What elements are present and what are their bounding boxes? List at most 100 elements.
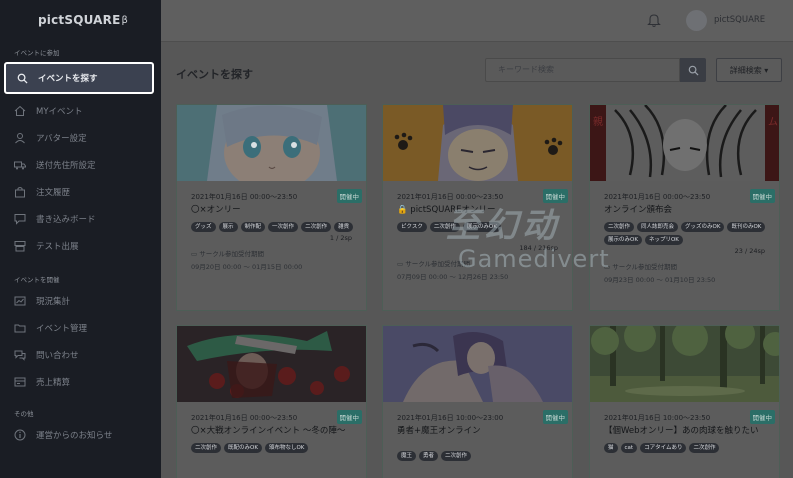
booth-icon <box>14 240 26 252</box>
period-label: ▭ サークル参加受付期間 <box>397 258 562 268</box>
tag[interactable]: ピクスク <box>397 222 427 232</box>
tag-list: ピクスク 二次創作 展示のみOK <box>397 222 562 232</box>
sidebar-item-label: イベント管理 <box>36 323 88 334</box>
tag[interactable]: コアタイムあり <box>640 443 687 453</box>
lock-icon: 🔒 <box>397 205 408 215</box>
calendar-icon: ▭ <box>604 263 611 271</box>
event-image <box>590 326 779 402</box>
sidebar-item-shipping-address[interactable]: 送付先住所設定 <box>0 151 161 178</box>
sidebar-item-test-exhibit[interactable]: テスト出展 <box>0 232 161 259</box>
event-card[interactable]: 親 ム 2021年01月16日 00:00〜23:50 開催中 オンライン頒布会… <box>589 104 780 311</box>
sidebar-item-find-events[interactable]: イベントを探す <box>4 62 154 94</box>
space-count: 184 / 216sp <box>519 244 558 252</box>
sidebar: pictSQUARE β イベントに参加 イベントを探す MYイベント アバター… <box>0 0 161 478</box>
user-name[interactable]: pictSQUARE <box>714 15 765 25</box>
event-card[interactable]: 2021年01月16日 10:00〜23:50 開催中 【個Webオンリー】あの… <box>589 325 780 478</box>
event-title: 【個Webオンリー】あの肉球を触りたい <box>604 426 759 436</box>
search-input[interactable]: キーワード検索 <box>485 58 680 82</box>
period-label: ▭ サークル参加受付期間 <box>604 261 769 271</box>
sidebar-item-label: 書き込みボード <box>36 214 96 225</box>
tag[interactable]: グッズのみOK <box>681 222 725 232</box>
section-label-host: イベントを開催 <box>14 276 60 284</box>
page-title: イベントを探す <box>176 68 253 81</box>
sidebar-item-label: 問い合わせ <box>36 350 79 361</box>
event-image <box>177 105 366 181</box>
tag[interactable]: グッズ <box>191 222 216 232</box>
tag[interactable]: 雑貨 <box>334 222 354 232</box>
sidebar-item-event-management[interactable]: イベント管理 <box>0 314 161 341</box>
tag[interactable]: 頒布物なしOK <box>264 443 309 453</box>
event-title: 🔒 pictSQUAREオンリー <box>397 204 562 216</box>
sidebar-item-label: 送付先住所設定 <box>36 160 96 171</box>
tag[interactable]: 魔王 <box>397 451 417 461</box>
sidebar-item-stats[interactable]: 現況集計 <box>0 287 161 314</box>
period: 09月20日 00:00 〜 01月15日 00:00 <box>191 263 303 271</box>
advanced-search-button[interactable]: 詳細検索 ▾ <box>716 58 782 82</box>
event-title: 〇×オンリー <box>191 205 241 215</box>
tag[interactable]: 既刊のみOK <box>727 222 766 232</box>
tag[interactable]: 展示のみOK <box>604 235 642 245</box>
event-date: 2021年01月16日 00:00〜23:50 <box>604 193 711 201</box>
event-title: 勇者+魔王オンライン <box>397 426 481 436</box>
tag[interactable]: 既配のみOK <box>224 443 262 453</box>
app-logo[interactable]: pictSQUARE β <box>0 0 161 40</box>
sidebar-item-label: アバター設定 <box>36 133 87 144</box>
home-icon <box>14 105 26 117</box>
tag[interactable]: 二次創作 <box>604 222 635 232</box>
search-button[interactable] <box>680 58 706 82</box>
tag[interactable]: 一次創作 <box>268 222 299 232</box>
sidebar-item-message-board[interactable]: 書き込みボード <box>0 205 161 232</box>
event-card[interactable]: 2021年01月16日 10:00〜23:00 開催中 勇者+魔王オンライン 魔… <box>382 325 573 478</box>
tag[interactable]: 二次創作 <box>429 222 460 232</box>
tag[interactable]: 二次創作 <box>191 443 222 453</box>
event-image <box>177 326 366 402</box>
event-image <box>383 326 572 402</box>
sidebar-item-my-events[interactable]: MYイベント <box>0 97 161 124</box>
tag[interactable]: 二次創作 <box>301 222 332 232</box>
period-label-text: サークル参加受付期間 <box>199 250 265 258</box>
tag[interactable]: 猫 <box>604 443 618 453</box>
section-label-join: イベントに参加 <box>14 49 60 57</box>
tag-list: 二次創作 同人誌即売会 グッズのみOK 既刊のみOK 展示のみOK ネップリOK <box>604 222 769 245</box>
sidebar-item-order-history[interactable]: 注文履歴 <box>0 178 161 205</box>
event-title: オンライン頒布会 <box>604 205 673 215</box>
chart-icon <box>14 295 26 307</box>
status-badge: 開催中 <box>749 189 775 203</box>
bell-icon[interactable] <box>647 12 661 32</box>
status-badge: 開催中 <box>749 410 775 424</box>
tag[interactable]: ネップリOK <box>644 235 683 245</box>
tag[interactable]: 二次創作 <box>441 451 472 461</box>
sidebar-item-avatar-settings[interactable]: アバター設定 <box>0 124 161 151</box>
logo-beta: β <box>121 14 129 26</box>
status-badge: 開催中 <box>336 410 362 424</box>
main-content: pictSQUARE イベントを探す キーワード検索 詳細検索 ▾ 2021年0… <box>161 0 793 478</box>
event-image: 親 ム <box>590 105 779 181</box>
tag-list: 猫 cat コアタイムあり 二次創作 <box>604 443 769 453</box>
period-label: ▭ サークル参加受付期間 <box>191 248 356 258</box>
event-card[interactable]: 2021年01月16日 00:00〜23:50 開催中 〇×オンリー グッズ 展… <box>176 104 367 311</box>
sidebar-item-sales-settlement[interactable]: 売上精算 <box>0 368 161 395</box>
tag[interactable]: 制作配 <box>240 222 266 232</box>
tag[interactable]: 同人誌即売会 <box>637 222 679 232</box>
search-icon <box>688 61 699 80</box>
period: 07月09日 00:00 〜 12月26日 23:50 <box>397 273 509 281</box>
tag-list: 魔王 勇者 二次創作 <box>397 451 562 461</box>
section-label-other: その他 <box>14 410 34 418</box>
tag[interactable]: cat <box>620 443 638 453</box>
event-card[interactable]: 2021年01月16日 00:00〜23:50 開催中 〇×大戦オンラインイベン… <box>176 325 367 478</box>
truck-icon <box>14 159 26 171</box>
tag[interactable]: 展示 <box>218 222 238 232</box>
svg-text:ム: ム <box>768 116 778 128</box>
event-date: 2021年01月16日 10:00〜23:00 <box>397 414 504 422</box>
avatar-icon <box>14 132 26 144</box>
sidebar-item-announcements[interactable]: 運営からのお知らせ <box>0 421 161 448</box>
logo-text: pictSQUARE <box>38 13 121 27</box>
avatar[interactable] <box>686 10 707 31</box>
period: 09月23日 00:00 〜 01月10日 23:50 <box>604 276 716 284</box>
tag[interactable]: 二次創作 <box>689 443 720 453</box>
sidebar-item-inquiries[interactable]: 問い合わせ <box>0 341 161 368</box>
tag[interactable]: 展示のみOK <box>462 222 501 232</box>
tag[interactable]: 勇者 <box>419 451 439 461</box>
event-image <box>383 105 572 181</box>
event-card[interactable]: 2021年01月16日 00:00〜23:50 開催中 🔒 pictSQUARE… <box>382 104 573 311</box>
